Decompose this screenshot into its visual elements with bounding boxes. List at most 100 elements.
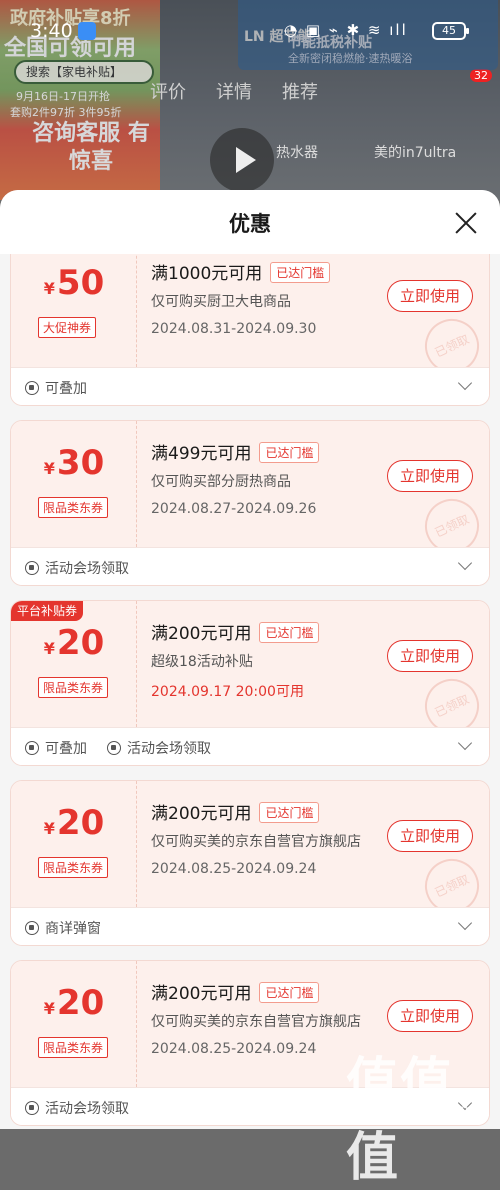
coupon-amount-area: ¥50 大促神券	[11, 254, 137, 367]
coupon-amount: ¥20	[11, 803, 137, 843]
threshold-badge: 已达门槛	[259, 442, 320, 463]
coupon-type-badge: 大促神券	[38, 317, 97, 338]
watermark-url: zhizhizhi.com	[354, 1100, 476, 1121]
use-now-button[interactable]: 立即使用	[387, 280, 473, 312]
stack-icon	[25, 741, 39, 755]
coupon-value: 30	[56, 443, 105, 483]
coupon-type-badge: 限品类东券	[38, 497, 109, 518]
coupon-tag: 活动会场领取	[25, 558, 129, 578]
coupon-body: ¥50 大促神券 满1000元可用 已达门槛 仅可购买厨卫大电商品 2024.08…	[11, 254, 489, 382]
condition-text: 满200元可用	[151, 804, 252, 824]
tag-label: 可叠加	[45, 381, 87, 397]
coupon-description: 仅可购买美的京东自营官方旗舰店	[151, 834, 361, 850]
threshold-badge: 已达门槛	[270, 262, 331, 283]
use-now-button[interactable]: 立即使用	[387, 1000, 473, 1032]
coupon-description: 仅可购买厨卫大电商品	[151, 294, 291, 310]
coupon-description: 超级18活动补贴	[151, 654, 253, 670]
coupon-description: 仅可购买部分厨热商品	[151, 474, 291, 490]
thumb-label-water-heater: 热水器	[276, 145, 318, 161]
currency-symbol: ¥	[43, 819, 55, 838]
coupon-date: 2024.08.27-2024.09.26	[151, 501, 317, 517]
coupon-amount-area: ¥20 限品类东券	[11, 781, 137, 907]
coupon-value: 20	[56, 983, 105, 1023]
use-now-button[interactable]: 立即使用	[387, 820, 473, 852]
coupon-list[interactable]: ¥50 大促神券 满1000元可用 已达门槛 仅可购买厨卫大电商品 2024.08…	[0, 254, 500, 1129]
sheet-title: 优惠	[229, 212, 271, 236]
chevron-down-icon[interactable]	[457, 735, 473, 751]
currency-symbol: ¥	[43, 999, 55, 1018]
chevron-down-icon[interactable]	[457, 375, 473, 391]
coupon-footer: 可叠加	[11, 367, 489, 405]
coupon-description: 仅可购买美的京东自营官方旗舰店	[151, 1014, 361, 1030]
coupon-amount-area: ¥20 限品类东券	[11, 601, 137, 727]
coupon-tag: 活动会场领取	[107, 738, 211, 758]
app-notification-icon	[78, 22, 96, 40]
battery-icon: 45	[432, 22, 469, 40]
status-bar: 3:40 ◔ ▣ ⌁ ✱ ≋ ıll 45	[0, 0, 500, 60]
venue-icon	[107, 741, 121, 755]
currency-symbol: ¥	[43, 459, 55, 478]
coupon-condition: 满200元可用 已达门槛	[151, 979, 320, 1004]
coupon-body: ¥30 限品类东券 满499元可用 已达门槛 仅可购买部分厨热商品 2024.08…	[11, 421, 489, 562]
coupon-type-badge: 限品类东券	[38, 677, 109, 698]
coupon-body: ¥20 限品类东券 满200元可用 已达门槛 仅可购买美的京东自营官方旗舰店 20…	[11, 781, 489, 922]
coupon-tag: 商详弹窗	[25, 918, 101, 938]
coupon-condition: 满1000元可用 已达门槛	[151, 259, 331, 284]
stack-icon	[25, 381, 39, 395]
close-icon[interactable]	[453, 210, 479, 236]
currency-symbol: ¥	[43, 279, 55, 298]
condition-text: 满1000元可用	[151, 264, 263, 284]
coupon-amount: ¥20	[11, 983, 137, 1023]
condition-text: 满200元可用	[151, 984, 252, 1004]
coupon-condition: 满200元可用 已达门槛	[151, 799, 320, 824]
sheet-header: 优惠	[0, 190, 500, 254]
nav-tab-reviews: 评价	[150, 82, 186, 103]
status-time: 3:40	[30, 20, 73, 42]
play-icon	[210, 128, 274, 192]
coupon-condition: 满200元可用 已达门槛	[151, 619, 320, 644]
coupon-tag: 可叠加	[25, 378, 87, 398]
coupon-amount-area: ¥30 限品类东券	[11, 421, 137, 547]
coupon-date: 2024.08.25-2024.09.24	[151, 1041, 317, 1057]
venue-icon	[25, 561, 39, 575]
coupon-sheet: 优惠 ¥50 大促神券 满1000元可用 已达门槛 仅可购买厨卫大电商品 2024…	[0, 190, 500, 1129]
coupon-amount: ¥30	[11, 443, 137, 483]
coupon-value: 20	[56, 803, 105, 843]
coupon-amount: ¥20	[11, 623, 137, 663]
nav-tab-details: 详情	[216, 82, 252, 103]
tag-label: 活动会场领取	[127, 741, 211, 757]
thumb-label-model: 美的in7ultra	[374, 145, 457, 161]
coupon-card: ¥30 限品类东券 满499元可用 已达门槛 仅可购买部分厨热商品 2024.08…	[10, 420, 490, 586]
coupon-tag: 活动会场领取	[25, 1098, 129, 1118]
coupon-type-badge: 限品类东券	[38, 1037, 109, 1058]
coupon-date: 2024.08.25-2024.09.24	[151, 861, 317, 877]
promo-search: 搜索【家电补贴】	[14, 60, 154, 84]
currency-symbol: ¥	[43, 639, 55, 658]
promo-deal: 套购2件97折 3件95折	[10, 106, 122, 119]
coupon-footer: 可叠加 活动会场领取	[11, 727, 489, 765]
coupon-card: ¥20 限品类东券 满200元可用 已达门槛 仅可购买美的京东自营官方旗舰店 20…	[10, 780, 490, 946]
use-now-button[interactable]: 立即使用	[387, 460, 473, 492]
coupon-footer: 活动会场领取	[11, 547, 489, 585]
coupon-condition: 满499元可用 已达门槛	[151, 439, 320, 464]
condition-text: 满200元可用	[151, 624, 252, 644]
coupon-card: 平台补贴券 ¥20 限品类东券 满200元可用 已达门槛 超级18活动补贴 202…	[10, 600, 490, 766]
coupon-amount-area: ¥20 限品类东券	[11, 961, 137, 1087]
popup-icon	[25, 921, 39, 935]
coupon-type-badge: 限品类东券	[38, 857, 109, 878]
coupon-date: 2024.09.17 20:00可用	[151, 684, 304, 700]
cart-count-badge: 32	[470, 69, 492, 82]
venue-icon	[25, 1101, 39, 1115]
chevron-down-icon[interactable]	[457, 555, 473, 571]
promo-dates: 9月16日-17日开抢	[16, 90, 110, 103]
threshold-badge: 已达门槛	[259, 982, 320, 1003]
coupon-footer: 商详弹窗	[11, 907, 489, 945]
background-nav-tabs: 评价 详情 推荐	[150, 78, 318, 104]
tag-label: 商详弹窗	[45, 921, 101, 937]
tag-label: 可叠加	[45, 741, 87, 757]
threshold-badge: 已达门槛	[259, 622, 320, 643]
coupon-amount: ¥50	[11, 263, 137, 303]
chevron-down-icon[interactable]	[457, 915, 473, 931]
coupon-value: 20	[56, 623, 105, 663]
use-now-button[interactable]: 立即使用	[387, 640, 473, 672]
